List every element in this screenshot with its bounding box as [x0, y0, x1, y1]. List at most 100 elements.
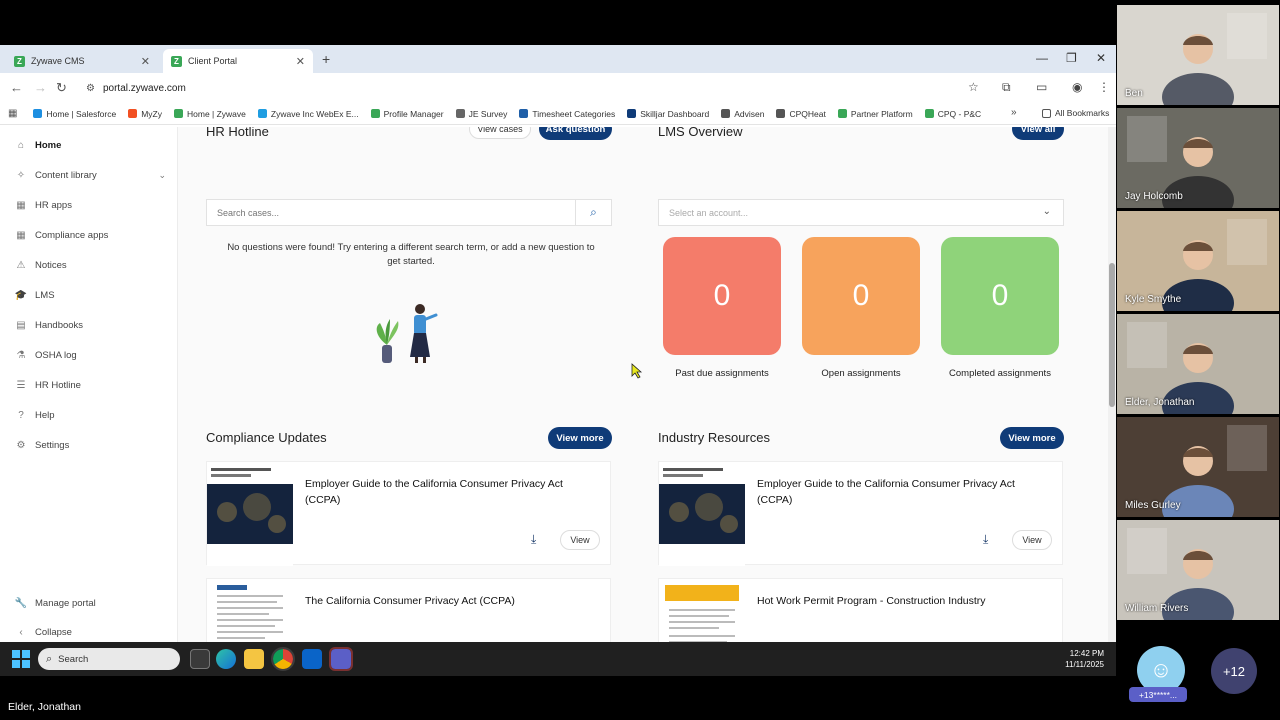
- bookmark-item[interactable]: CPQHeat: [776, 109, 826, 119]
- document-title[interactable]: Employer Guide to the California Consume…: [757, 476, 1047, 508]
- search-button[interactable]: ⌕: [575, 200, 611, 225]
- ask-question-button[interactable]: Ask question: [539, 127, 612, 140]
- sidebar-item-label: HR apps: [35, 199, 72, 211]
- participant-video-tile[interactable]: Elder, Jonathan: [1117, 314, 1279, 414]
- document-thumbnail[interactable]: [659, 579, 745, 642]
- profile-icon[interactable]: ◉: [1072, 80, 1082, 94]
- bookmark-item[interactable]: MyZy: [128, 109, 162, 119]
- stat-card[interactable]: 0: [802, 237, 920, 355]
- minimize-icon[interactable]: —: [1036, 51, 1048, 65]
- sidebar-item-manage-portal[interactable]: 🔧 Manage portal: [0, 591, 178, 615]
- tab-client-portal[interactable]: Z Client Portal ✕: [163, 49, 313, 73]
- bookmark-item[interactable]: JE Survey: [455, 109, 507, 119]
- account-select[interactable]: Select an account... ⌄: [658, 199, 1064, 226]
- document-card[interactable]: The California Consumer Privacy Act (CCP…: [206, 578, 611, 642]
- sidebar-item-lms[interactable]: 🎓 LMS: [0, 283, 178, 307]
- document-thumbnail[interactable]: [659, 462, 745, 566]
- stat-card[interactable]: 0: [663, 237, 781, 355]
- document-title[interactable]: The California Consumer Privacy Act (CCP…: [305, 593, 595, 609]
- bookmark-favicon-icon: [174, 109, 183, 118]
- more-bookmarks-icon[interactable]: »: [1011, 107, 1017, 118]
- outlook-icon[interactable]: [302, 649, 322, 669]
- system-clock[interactable]: 12:42 PM 11/11/2025: [1040, 648, 1104, 670]
- chrome-icon[interactable]: [271, 647, 295, 671]
- search-cases-input[interactable]: [217, 207, 557, 218]
- edge-icon[interactable]: [216, 649, 236, 669]
- taskbar-search[interactable]: ⌕ Search: [38, 648, 180, 670]
- forward-icon[interactable]: →: [34, 80, 47, 95]
- document-title[interactable]: Employer Guide to the California Consume…: [305, 476, 595, 508]
- document-card[interactable]: Hot Work Permit Program - Construction I…: [658, 578, 1063, 642]
- industry-view-more-button[interactable]: View more: [1000, 427, 1064, 449]
- bookmark-star-icon[interactable]: ☆: [968, 80, 979, 94]
- participant-video-tile[interactable]: Ben: [1117, 5, 1279, 105]
- screen: Z Zywave CMS ✕ Z Client Portal ✕ + — ❐ ✕…: [0, 0, 1280, 720]
- all-bookmarks-button[interactable]: All Bookmarks: [1042, 108, 1109, 118]
- bookmark-label: Home | Salesforce: [46, 108, 117, 119]
- participant-video-tile[interactable]: Jay Holcomb: [1117, 108, 1279, 208]
- back-icon[interactable]: ←: [10, 80, 23, 95]
- document-title[interactable]: Hot Work Permit Program - Construction I…: [757, 593, 1047, 609]
- sidebar-item-compliance-apps[interactable]: ▦ Compliance apps: [0, 223, 178, 247]
- stat-card[interactable]: 0: [941, 237, 1059, 355]
- bookmark-label: Partner Platform: [850, 108, 913, 119]
- bookmark-item[interactable]: Profile Manager: [370, 109, 444, 119]
- compliance-view-more-button[interactable]: View more: [548, 427, 612, 449]
- sidebar-item-hr-hotline[interactable]: ☰ HR Hotline: [0, 373, 178, 397]
- restore-icon[interactable]: ❐: [1066, 51, 1077, 65]
- bookmark-item[interactable]: Home | Zywave: [174, 109, 246, 119]
- document-card[interactable]: Employer Guide to the California Consume…: [206, 461, 611, 566]
- task-view-icon[interactable]: [190, 649, 210, 669]
- sidebar-item-home[interactable]: ⌂ Home: [0, 133, 178, 157]
- bookmark-item[interactable]: Advisen: [721, 109, 764, 119]
- view-button[interactable]: View: [560, 530, 600, 550]
- participant-video-tile[interactable]: William Rivers: [1117, 520, 1279, 620]
- close-window-icon[interactable]: ✕: [1096, 51, 1106, 65]
- bookmark-item[interactable]: Zywave Inc WebEx E...: [257, 109, 359, 119]
- portal-page: ⌂ Home ✧ Content library ⌄ ▦ HR apps ▦ Complianc…: [0, 127, 1116, 642]
- cast-icon[interactable]: ▭: [1036, 80, 1047, 94]
- new-tab-button[interactable]: +: [322, 51, 330, 67]
- download-icon[interactable]: ⤓: [983, 532, 988, 547]
- participant-video-tile[interactable]: Miles Gurley: [1117, 417, 1279, 517]
- bookmark-item[interactable]: CPQ - P&C: [924, 109, 981, 119]
- bookmark-item[interactable]: Timesheet Categories: [519, 109, 615, 119]
- sidebar-collapse-button[interactable]: ‹ Collapse: [0, 620, 178, 642]
- document-thumbnail[interactable]: [207, 579, 293, 642]
- alert-icon: ⚠: [16, 259, 26, 271]
- participant-video-tile[interactable]: Kyle Smythe: [1117, 211, 1279, 311]
- address-bar[interactable]: ⚙ portal.zywave.com: [78, 77, 998, 99]
- site-info-icon[interactable]: ⚙: [86, 83, 95, 94]
- bookmark-item[interactable]: Home | Salesforce: [33, 109, 116, 119]
- page-scrollbar[interactable]: [1108, 127, 1116, 642]
- download-icon[interactable]: ⤓: [531, 532, 536, 547]
- reload-icon[interactable]: ↻: [56, 80, 67, 96]
- menu-kebab-icon[interactable]: ⋮: [1098, 80, 1110, 94]
- sidebar-item-label: Settings: [35, 439, 70, 451]
- apps-grid-icon[interactable]: ▦: [8, 108, 17, 119]
- extensions-icon[interactable]: ⧉: [1002, 80, 1011, 95]
- sidebar-item-handbooks[interactable]: ▤ Handbooks: [0, 313, 178, 337]
- close-tab-icon[interactable]: ✕: [141, 55, 150, 68]
- sidebar-item-settings[interactable]: ⚙ Settings: [0, 433, 178, 457]
- view-button[interactable]: View: [1012, 530, 1052, 550]
- bookmark-item[interactable]: Partner Platform: [837, 108, 913, 119]
- grid-icon: ▦: [16, 199, 26, 211]
- sidebar-item-osha-log[interactable]: ⚗ OSHA log: [0, 343, 178, 367]
- tab-zywave-cms[interactable]: Z Zywave CMS ✕: [6, 49, 158, 73]
- scrollbar-thumb[interactable]: [1109, 263, 1115, 407]
- file-explorer-icon[interactable]: [244, 649, 264, 669]
- sidebar-item-hr-apps[interactable]: ▦ HR apps: [0, 193, 178, 217]
- view-cases-button[interactable]: View cases: [469, 127, 531, 139]
- teams-icon[interactable]: [329, 647, 353, 671]
- start-windows-icon[interactable]: [12, 650, 30, 668]
- sidebar-item-content-library[interactable]: ✧ Content library ⌄: [0, 163, 178, 187]
- document-card[interactable]: Employer Guide to the California Consume…: [658, 461, 1063, 566]
- sidebar-item-help[interactable]: ? Help: [0, 403, 178, 427]
- document-thumbnail[interactable]: [207, 462, 293, 566]
- bookmark-item[interactable]: Skilljar Dashboard: [627, 109, 709, 119]
- more-participants-button[interactable]: +12: [1211, 648, 1257, 694]
- sidebar-item-notices[interactable]: ⚠ Notices: [0, 253, 178, 277]
- view-all-button[interactable]: View all: [1012, 127, 1064, 140]
- close-tab-icon[interactable]: ✕: [296, 55, 305, 68]
